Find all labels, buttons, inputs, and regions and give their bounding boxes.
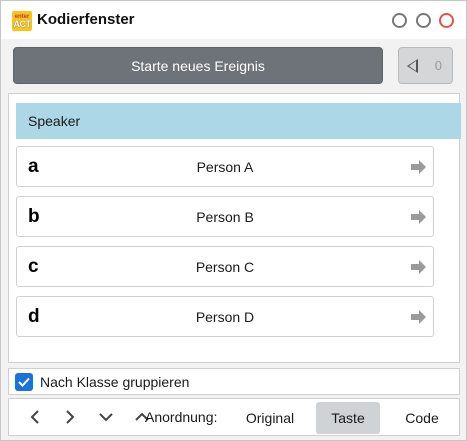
code-item-d[interactable]: d Person D [16, 296, 434, 337]
minimize-icon[interactable] [392, 13, 407, 28]
checkmark-icon [18, 377, 30, 387]
group-by-class-row[interactable]: Nach Klasse gruppieren [8, 368, 460, 395]
code-label: Person B [196, 208, 254, 225]
sort-option-original[interactable]: Original [235, 402, 305, 434]
code-label: Person C [195, 258, 255, 275]
group-header-speaker[interactable]: Speaker [16, 103, 461, 139]
code-label: Person D [195, 308, 255, 325]
code-item-b[interactable]: b Person B [16, 196, 434, 237]
start-new-event-button[interactable]: Starte neues Ereignis [13, 47, 383, 84]
window-title: Kodierfenster [37, 11, 135, 28]
close-icon[interactable] [439, 13, 454, 28]
chevron-right-icon[interactable] [61, 408, 79, 426]
title-bar: enter ACT Kodierfenster [1, 1, 466, 39]
app-logo-line-2: ACT [13, 18, 32, 29]
undo-count: 0 [434, 58, 442, 73]
arrow-right-icon [411, 210, 426, 224]
sort-option-code[interactable]: Code [391, 402, 453, 434]
sort-option-key[interactable]: Taste [316, 402, 380, 434]
maximize-icon[interactable] [416, 13, 431, 28]
arrow-right-icon [411, 310, 426, 324]
arrow-right-icon [411, 260, 426, 274]
group-by-class-checkbox[interactable] [15, 372, 33, 391]
chevron-down-icon[interactable] [97, 408, 115, 426]
coding-window: enter ACT Kodierfenster Starte neues Ere… [0, 0, 467, 441]
sort-order-label: Anordnung: [145, 409, 218, 425]
code-item-a[interactable]: a Person A [16, 146, 434, 187]
app-logo-icon: enter ACT [12, 11, 32, 31]
group-by-class-label: Nach Klasse gruppieren [40, 373, 190, 390]
undo-button[interactable]: 0 [398, 47, 453, 84]
chevron-left-icon[interactable] [26, 408, 44, 426]
undo-triangle-icon [407, 58, 418, 73]
arrow-right-icon [411, 160, 426, 174]
bottom-toolbar: Anordnung: Original Taste Code [8, 398, 460, 436]
code-panel: Speaker a Person A b Person B c Person C… [8, 93, 461, 363]
code-item-c[interactable]: c Person C [16, 246, 434, 287]
code-label: Person A [196, 158, 254, 175]
